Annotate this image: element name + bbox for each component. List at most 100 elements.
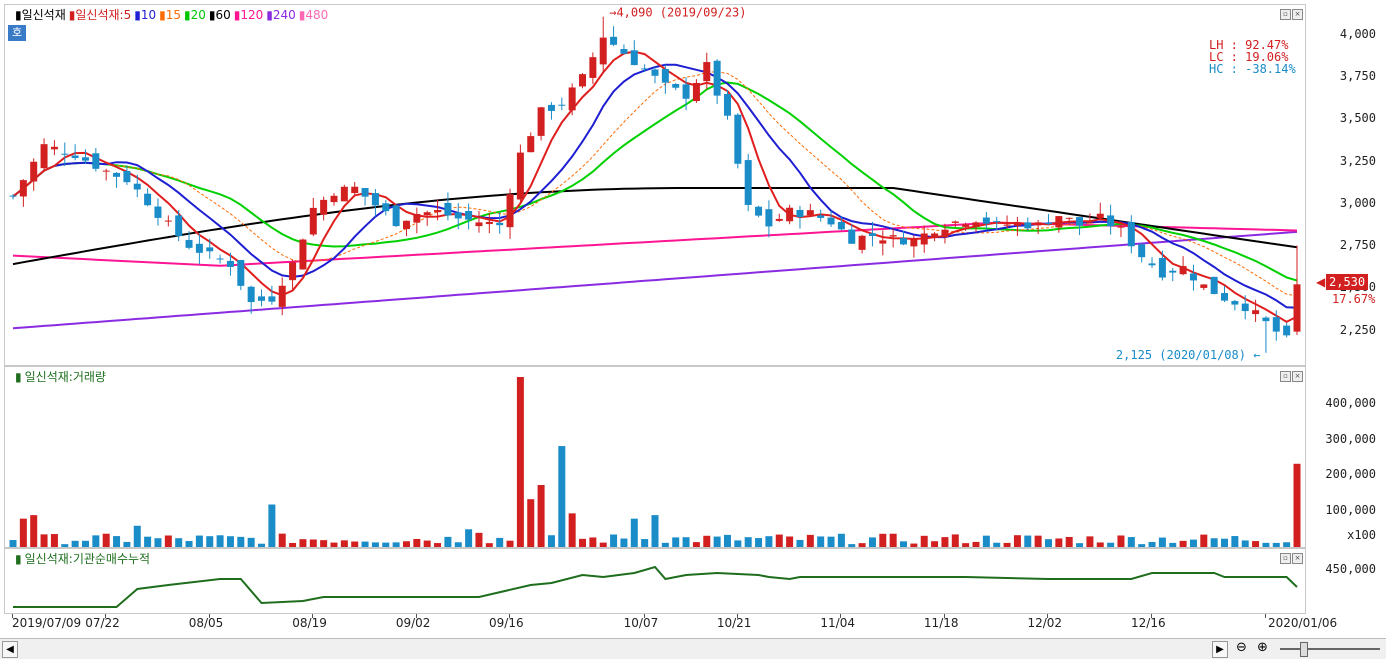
institution-close-button[interactable]: ×: [1292, 553, 1303, 564]
candle-body: [1117, 226, 1125, 228]
candle-body: [889, 235, 897, 237]
zoom-out-icon[interactable]: ⊖: [1236, 640, 1247, 655]
zoom-slider-handle[interactable]: [1300, 642, 1308, 657]
candle-body: [1096, 213, 1104, 218]
volume-bar: [858, 543, 866, 547]
volume-bar: [796, 539, 804, 547]
volume-bar: [931, 541, 939, 547]
candle-body: [206, 247, 214, 252]
legend-item: ▮일신석재: [15, 8, 66, 22]
volume-bar: [1221, 538, 1229, 547]
low-annotation: 2,125 (2020/01/08) ←: [1116, 348, 1261, 362]
volume-bar: [309, 539, 317, 547]
zoom-in-icon[interactable]: ⊕: [1257, 640, 1268, 655]
candle-body: [40, 144, 48, 169]
volume-bar: [1107, 542, 1115, 547]
volume-axis: 400,000 300,000 200,000 100,000 x100: [1306, 366, 1382, 548]
candle-body: [1148, 263, 1156, 266]
volume-bar: [620, 538, 628, 547]
panel-minimize-button[interactable]: ▫: [1280, 9, 1291, 20]
candle-body: [61, 153, 69, 155]
price-tick: 3,250: [1339, 153, 1376, 168]
candle-body: [9, 195, 17, 197]
candle-body: [1065, 217, 1073, 219]
candle-body: [1024, 222, 1032, 229]
volume-tick: 400,000: [1325, 396, 1376, 411]
panel-close-button[interactable]: ×: [1292, 9, 1303, 20]
date-tick: [1151, 614, 1153, 618]
volume-minimize-button[interactable]: ▫: [1280, 371, 1291, 382]
candle-body: [175, 215, 183, 236]
candle-body: [247, 286, 255, 303]
candle-body: [185, 239, 193, 248]
volume-bar: [164, 535, 172, 547]
candle-body: [1044, 223, 1052, 225]
volume-bar: [1272, 542, 1280, 547]
candle-body: [289, 262, 297, 281]
volume-bar: [123, 541, 131, 547]
volume-bar: [599, 542, 607, 547]
current-price-arrow-icon: ◀: [1316, 275, 1326, 290]
candle-body: [1055, 216, 1063, 228]
price-tick: 3,500: [1339, 111, 1376, 126]
candle-body: [1231, 301, 1239, 305]
date-tick: [509, 614, 511, 618]
volume-bar: [1055, 538, 1063, 547]
candle-body: [1189, 273, 1197, 281]
volume-unit: x100: [1347, 528, 1376, 542]
volume-bar: [299, 539, 307, 547]
candle-body: [278, 285, 286, 307]
candle-body: [154, 206, 162, 218]
candle-body: [827, 217, 835, 225]
volume-bar: [9, 540, 17, 547]
corner-tag[interactable]: 호: [8, 25, 26, 41]
volume-bar: [537, 485, 545, 547]
horizontal-scrollbar[interactable]: ◀ ▶ ⊖ ⊕: [0, 638, 1386, 659]
volume-bar: [258, 543, 266, 547]
volume-close-button[interactable]: ×: [1292, 371, 1303, 382]
volume-bar: [392, 542, 400, 547]
volume-bar: [402, 541, 410, 547]
ma20-line: [12, 81, 1298, 282]
price-legend: ▮일신석재 ▮일신석재:5 ▮10 ▮15 ▮20 ▮60 ▮120 ▮240 ▮480: [15, 6, 331, 23]
candle-body: [527, 136, 535, 153]
candle-body: [744, 160, 752, 205]
candle-body: [475, 222, 483, 227]
date-tick: [736, 614, 738, 618]
volume-bar: [516, 377, 524, 547]
candle-body: [568, 87, 576, 111]
volume-bar: [1179, 540, 1187, 547]
volume-bar: [423, 540, 431, 547]
volume-bar: [900, 541, 908, 547]
date-label: 12/16: [1131, 616, 1166, 630]
candle-body: [692, 82, 700, 102]
scroll-left-button[interactable]: ◀: [2, 641, 18, 658]
volume-bar: [920, 535, 928, 547]
candle-body: [361, 188, 369, 197]
zoom-slider[interactable]: [1280, 648, 1380, 650]
candle-body: [351, 186, 359, 194]
candle-body: [1262, 317, 1270, 322]
institution-chart: [13, 565, 1298, 608]
candle-body: [1221, 293, 1229, 301]
institution-axis: 450,000: [1306, 548, 1382, 614]
candle-body: [993, 221, 1001, 223]
candle-body: [19, 180, 27, 197]
volume-bar: [19, 518, 27, 547]
volume-bar: [558, 446, 566, 547]
candle-body: [506, 194, 514, 228]
scroll-right-button[interactable]: ▶: [1212, 641, 1228, 658]
volume-bar: [113, 536, 121, 547]
volume-bar: [579, 538, 587, 547]
volume-bar: [879, 533, 887, 547]
volume-chart: [9, 377, 1301, 547]
volume-bar: [1013, 535, 1021, 547]
volume-bar: [413, 538, 421, 547]
candle-body: [1179, 266, 1187, 275]
candle-body: [299, 239, 307, 270]
volume-bar: [610, 534, 618, 547]
volume-bar: [993, 542, 1001, 547]
institution-minimize-button[interactable]: ▫: [1280, 553, 1291, 564]
candle-body: [755, 206, 763, 216]
candle-body: [1076, 217, 1084, 226]
